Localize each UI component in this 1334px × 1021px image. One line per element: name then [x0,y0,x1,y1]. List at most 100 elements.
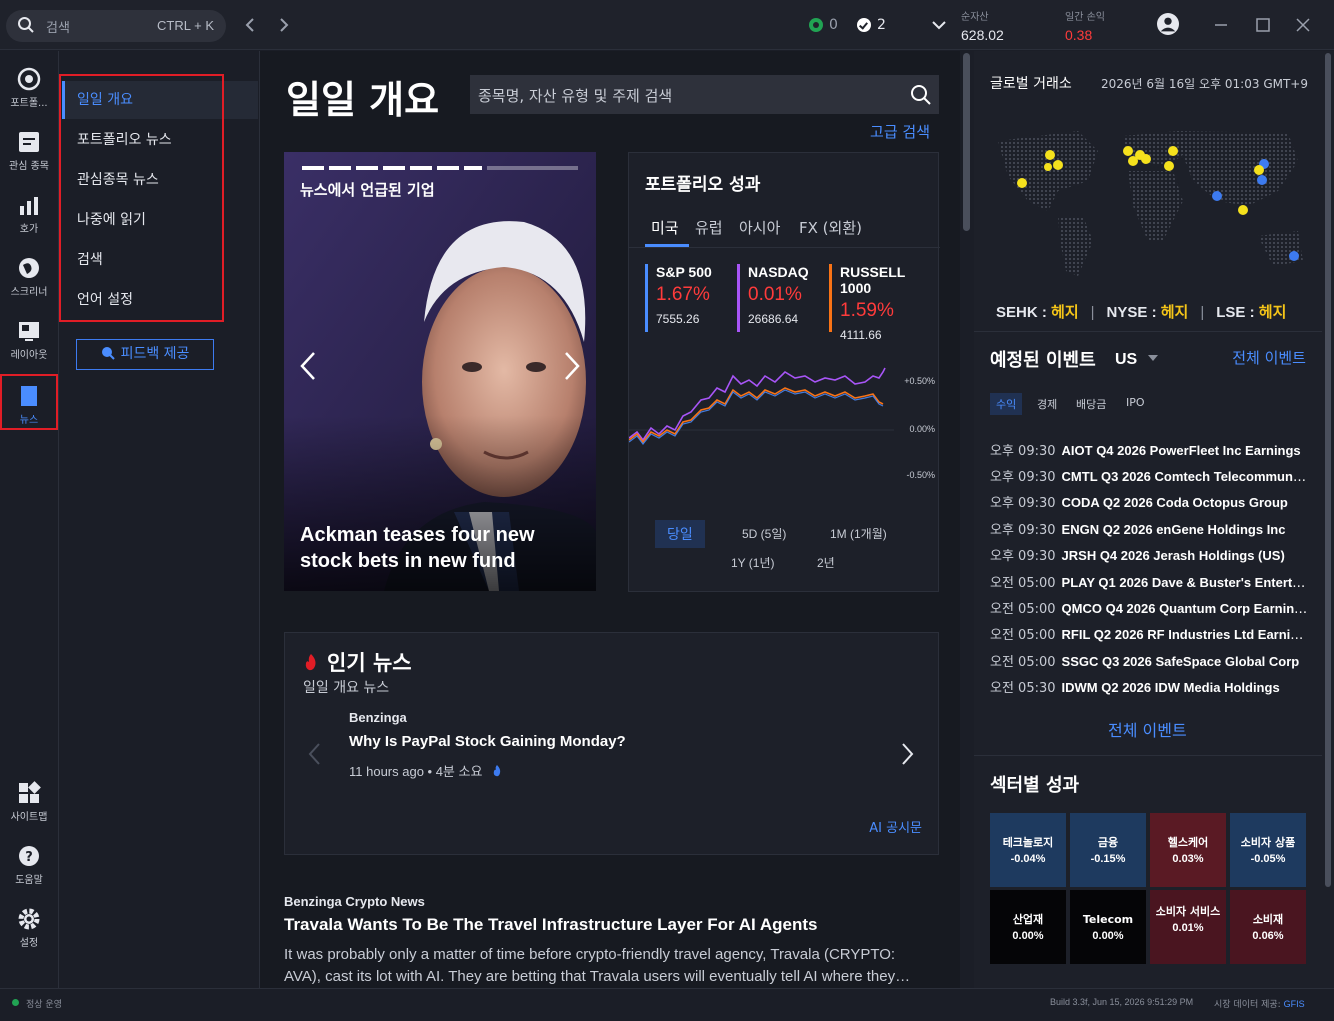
exchange-marker [1238,205,1248,215]
index-russell1000[interactable]: RUSSELL 1000 1.59% 4111.66 [829,264,939,342]
event-time: 오전 05:00 [990,628,1056,643]
user-avatar-button[interactable] [1157,13,1181,37]
news-headline[interactable]: Travala Wants To Be The Travel Infrastru… [284,915,817,935]
tab-asia[interactable]: 아시아 [739,217,780,238]
chevron-left-icon[interactable] [307,741,323,767]
feedback-button[interactable]: 피드백 제공 [76,339,214,370]
sector-tile[interactable]: 소비자 서비스 0.01% [1150,890,1226,964]
index-nasdaq[interactable]: NASDAQ 0.01% 26686.64 [737,264,827,332]
sector-tile[interactable]: Telecom 0.00% [1070,890,1146,964]
scrollbar-thumb[interactable] [963,53,970,231]
sector-performance-title: 섹터별 성과 [990,775,1080,796]
event-row[interactable]: 오전 05:00 PLAY Q1 2026 Dave & Buster's Ent… [990,572,1308,598]
portfolio-icon [17,67,41,91]
range-5d-button[interactable]: 5D (5일) [742,525,786,542]
rail-item-sitemap[interactable]: 사이트맵 [0,773,58,829]
event-row[interactable]: 오전 05:00 RFIL Q2 2026 RF Industries Ltd E… [990,624,1308,650]
sector-name: 소비자 서비스 [1155,905,1221,918]
minimize-button[interactable] [1210,14,1232,36]
tab-ipo[interactable]: IPO [1120,393,1151,412]
chart-line-nasdaq [629,367,886,442]
build-info: Build 3.3f, Jun 15, 2026 9:51:29 PM [1050,997,1194,1007]
exchange-marker [1168,146,1178,156]
advanced-search-link[interactable]: 고급 검색 [870,121,930,142]
main-scrollbar[interactable] [960,51,974,988]
exchange-marker [1141,154,1151,164]
sector-tile[interactable]: 소비자 상품 -0.05% [1230,813,1306,887]
chevron-left-icon[interactable] [298,350,320,382]
news-icon [17,384,41,408]
rail-item-news[interactable]: 뉴스 [0,374,58,430]
maximize-button[interactable] [1252,14,1274,36]
minimize-icon [1215,24,1227,26]
close-icon [1296,18,1310,32]
right-panel-scrollbar[interactable] [1322,51,1334,988]
event-row[interactable]: 오전 05:30 IDWM Q2 2026 IDW Media Holdings [990,677,1308,703]
event-desc: PLAY Q1 2026 Dave & Buster's Entertainme… [1061,575,1308,590]
range-1y-button[interactable]: 1Y (1년) [731,554,775,571]
event-row[interactable]: 오후 09:30 CMTL Q3 2026 Comtech Telecommuni… [990,466,1308,492]
range-1m-button[interactable]: 1M (1개월) [830,525,887,542]
caret-down-icon[interactable] [1147,353,1159,363]
event-time: 오후 09:30 [990,549,1056,564]
sector-name: Telecom [1082,913,1134,926]
screener-icon [17,256,41,280]
tab-dividends[interactable]: 배당금 [1070,393,1112,415]
hero-headline[interactable]: Ackman teases four new stock bets in new… [300,522,590,574]
rail-item-layout[interactable]: 레이아웃 [0,311,58,367]
rail-item-help[interactable]: ? 도움말 [0,836,58,892]
chevron-right-icon[interactable] [560,350,582,382]
event-region-select[interactable]: US [1115,351,1137,369]
tab-earnings[interactable]: 수익 [990,393,1023,415]
close-button[interactable] [1292,14,1314,36]
account-dropdown-button[interactable] [928,14,950,36]
back-button[interactable] [240,14,260,36]
hero-news-card[interactable]: 뉴스에서 언급된 기업 Ackman teases four new stock… [284,152,596,591]
sector-tile[interactable]: 금융 -0.15% [1070,813,1146,887]
event-row[interactable]: 오후 09:30 AIOT Q4 2026 PowerFleet Inc Earn… [990,440,1308,466]
exchange-marker [1212,191,1222,201]
index-value: 26686.64 [748,312,799,326]
event-row[interactable]: 오후 09:30 ENGN Q2 2026 enGene Holdings Inc [990,519,1308,545]
scrollbar-thumb[interactable] [1325,53,1331,887]
tab-economy[interactable]: 경제 [1031,393,1063,415]
feed-provider-link[interactable]: GFIS [1284,999,1305,1009]
ai-disclaimer-link[interactable]: AI 공시문 [869,817,922,836]
rail-item-settings[interactable]: 설정 [0,899,58,955]
sector-tile[interactable]: 산업재 0.00% [990,890,1066,964]
fire-icon [493,765,501,777]
range-1d-button[interactable]: 당일 [655,520,705,548]
system-status: 정상 운영 [26,1000,62,1010]
event-row[interactable]: 오후 09:30 JRSH Q4 2026 Jerash Holdings (US… [990,545,1308,571]
event-desc: IDWM Q2 2026 IDW Media Holdings [1061,680,1280,695]
news-headline[interactable]: Why Is PayPal Stock Gaining Monday? [349,733,626,750]
news-search-input[interactable]: 종목명, 자산 유형 및 주제 검색 [470,75,939,114]
rail-item-screener[interactable]: 스크리너 [0,248,58,304]
connection-status-green[interactable]: 0 [809,17,838,33]
global-search-input[interactable]: 검색 CTRL + K [6,10,226,42]
chevron-right-icon[interactable] [899,741,915,767]
range-2y-button[interactable]: 2년 [817,554,835,571]
tab-europe[interactable]: 유럽 [695,217,723,238]
event-row[interactable]: 오전 05:00 SSGC Q3 2026 SafeSpace Global Co… [990,651,1308,677]
exchange-marker [1164,161,1174,171]
tab-fx[interactable]: FX (외환) [799,217,862,238]
rail-item-watchlist[interactable]: 관심 종목 [0,122,58,178]
all-events-link[interactable]: 전체 이벤트 [1232,347,1306,368]
sector-tile[interactable]: 헬스케어 0.03% [1150,813,1226,887]
index-sp500[interactable]: S&P 500 1.67% 7555.26 [645,264,735,332]
forward-button[interactable] [274,14,294,36]
event-row[interactable]: 오후 09:30 CODA Q2 2026 Coda Octopus Group [990,492,1308,518]
sector-tile[interactable]: 테크놀로지 -0.04% [990,813,1066,887]
intraday-chart[interactable]: +0.50% 0.00% -0.50% [629,358,940,508]
tab-us[interactable]: 미국 [651,217,679,238]
rail-item-portfolio[interactable]: 포트폴... [0,59,58,115]
event-row[interactable]: 오전 05:00 QMCO Q4 2026 Quantum Corp Earnin… [990,598,1308,624]
maximize-icon [1256,18,1270,32]
exchange-status-row: SEHK : 헤지 | NYSE : 헤지 | LSE : 헤지 [996,304,1287,321]
sector-pct: -0.04% [1010,853,1046,865]
rail-item-quotes[interactable]: 호가 [0,185,58,241]
sector-tile[interactable]: 소비재 0.06% [1230,890,1306,964]
all-events-link[interactable]: 전체 이벤트 [1108,717,1187,741]
connection-status-check[interactable]: 2 [857,17,886,33]
